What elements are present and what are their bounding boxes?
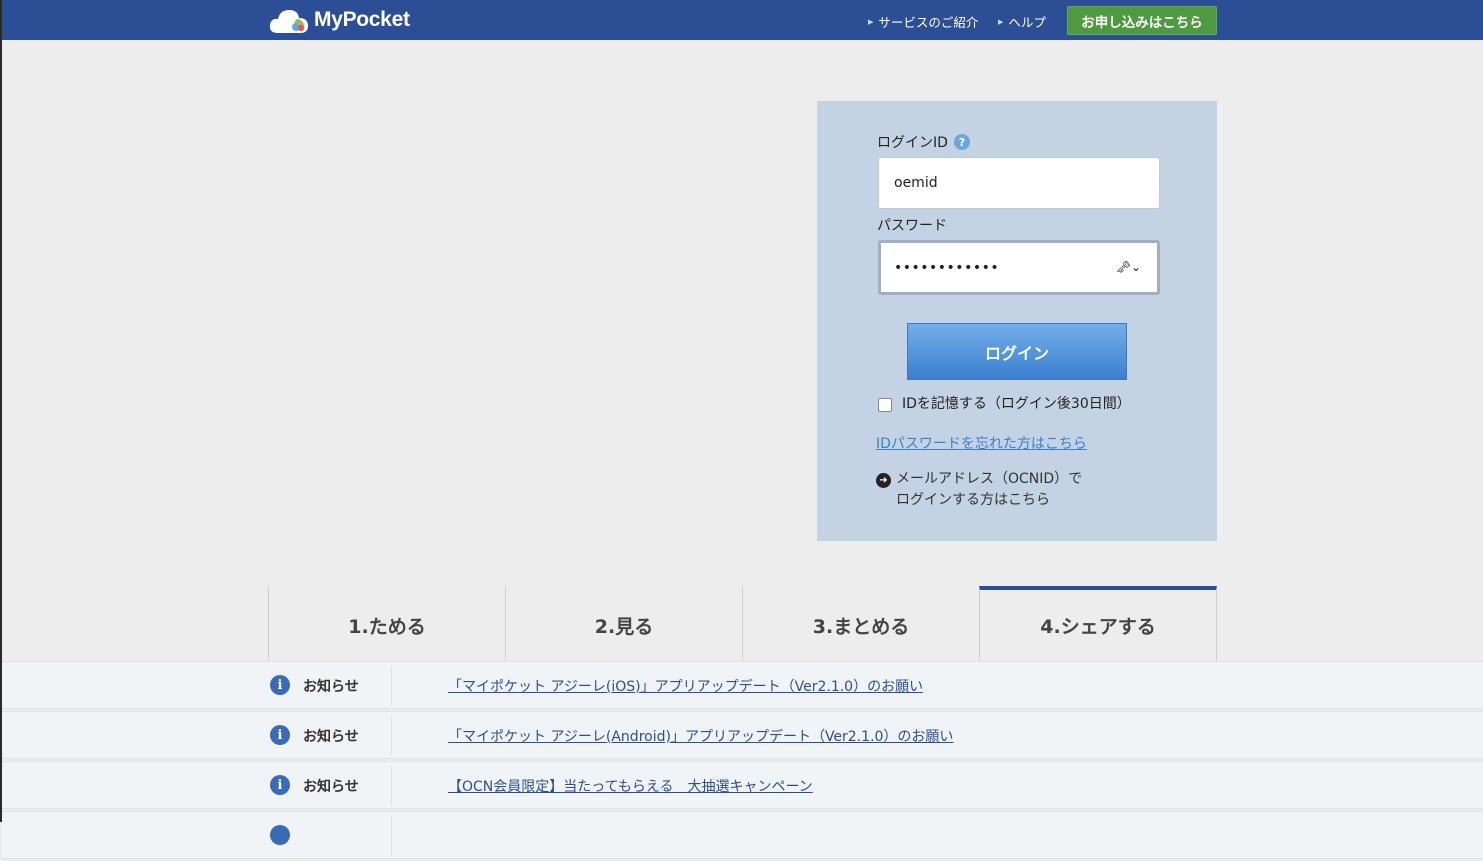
ocn-login-line1: メールアドレス（OCNID）で [896,471,1083,487]
forgot-password-link[interactable]: IDパスワードを忘れた方はこちら [876,433,1087,453]
news-item: i お知らせ 【OCN会員限定】当たってもらえる 大抽選キャンペーン [2,761,1483,809]
login-id-label-text: ログインID [877,135,948,151]
question-help-icon[interactable]: ? [953,134,970,150]
news-divider [391,816,392,856]
remember-id-label: IDを記憶する（ログイン後30日間） [902,396,1131,412]
login-button[interactable]: ログイン [907,323,1127,380]
nav-help-label: ヘルプ [1008,15,1046,30]
nav-service-intro[interactable]: ▶ サービスのご紹介 [868,12,978,31]
login-panel: ログインID ? oemid パスワード •••••••••••• 🗝︎⌄ ログ… [817,101,1217,541]
logo-text: MyPocket [314,8,410,31]
news-category: お知らせ [303,729,359,745]
info-icon: i [270,725,290,745]
mypocket-logo[interactable]: MyPocket [268,5,410,35]
top-header: MyPocket ▶ サービスのご紹介 ▶ ヘルプ お申し込みはこちら [2,0,1483,40]
news-title-link[interactable]: 【OCN会員限定】当たってもらえる 大抽選キャンペーン [448,776,813,796]
nav-service-intro-label: サービスのご紹介 [878,15,979,30]
news-divider [391,766,392,806]
news-list: i お知らせ 「マイポケット アジーレ(iOS)」アプリアップデート（Ver2.… [2,661,1483,861]
ocn-login-link[interactable]: ➜ メールアドレス（OCNID）で ログインする方はこちら [876,469,1082,511]
triangle-right-icon: ▶ [868,17,874,26]
tab-tameru[interactable]: 1.ためる [268,586,505,661]
login-id-input[interactable]: oemid [878,157,1160,209]
login-id-value: oemid [894,175,938,191]
signup-button[interactable]: お申し込みはこちら [1067,6,1217,35]
news-title-link[interactable]: 「マイポケット アジーレ(Android)」アプリアップデート（Ver2.1.0… [448,726,953,746]
info-icon [270,825,290,845]
news-category: お知らせ [303,779,359,795]
password-value: •••••••••••• [894,259,1000,276]
tab-share[interactable]: 4.シェアする [979,586,1217,661]
feature-tabs: 1.ためる 2.見る 3.まとめる 4.シェアする [268,586,1217,661]
remember-id-option[interactable]: IDを記憶する（ログイン後30日間） [878,393,1131,413]
news-divider [391,716,392,756]
news-item: i お知らせ 「マイポケット アジーレ(Android)」アプリアップデート（V… [2,711,1483,759]
cloud-logo-icon [269,10,308,33]
tab-miru[interactable]: 2.見る [505,586,742,661]
key-autofill-icon[interactable]: 🗝︎⌄ [1116,260,1141,274]
news-divider [391,666,392,706]
tab-matomeru[interactable]: 3.まとめる [742,586,979,661]
triangle-right-icon: ▶ [998,17,1004,26]
news-title-link[interactable]: 「マイポケット アジーレ(iOS)」アプリアップデート（Ver2.1.0）のお願… [448,676,923,696]
news-category: お知らせ [303,679,359,695]
info-icon: i [270,775,290,795]
nav-help[interactable]: ▶ ヘルプ [998,12,1046,31]
info-icon: i [270,675,290,695]
news-item: i お知らせ 「マイポケット アジーレ(iOS)」アプリアップデート（Ver2.… [2,661,1483,709]
password-label: パスワード [877,218,947,234]
ocn-login-line2: ログインする方はこちら [896,492,1050,508]
news-item-partial [2,811,1483,859]
password-input[interactable]: •••••••••••• 🗝︎⌄ [878,240,1160,295]
login-id-label: ログインID ? [877,132,970,152]
remember-id-checkbox[interactable] [878,397,892,412]
arrow-right-circle-icon: ➜ [876,473,891,488]
